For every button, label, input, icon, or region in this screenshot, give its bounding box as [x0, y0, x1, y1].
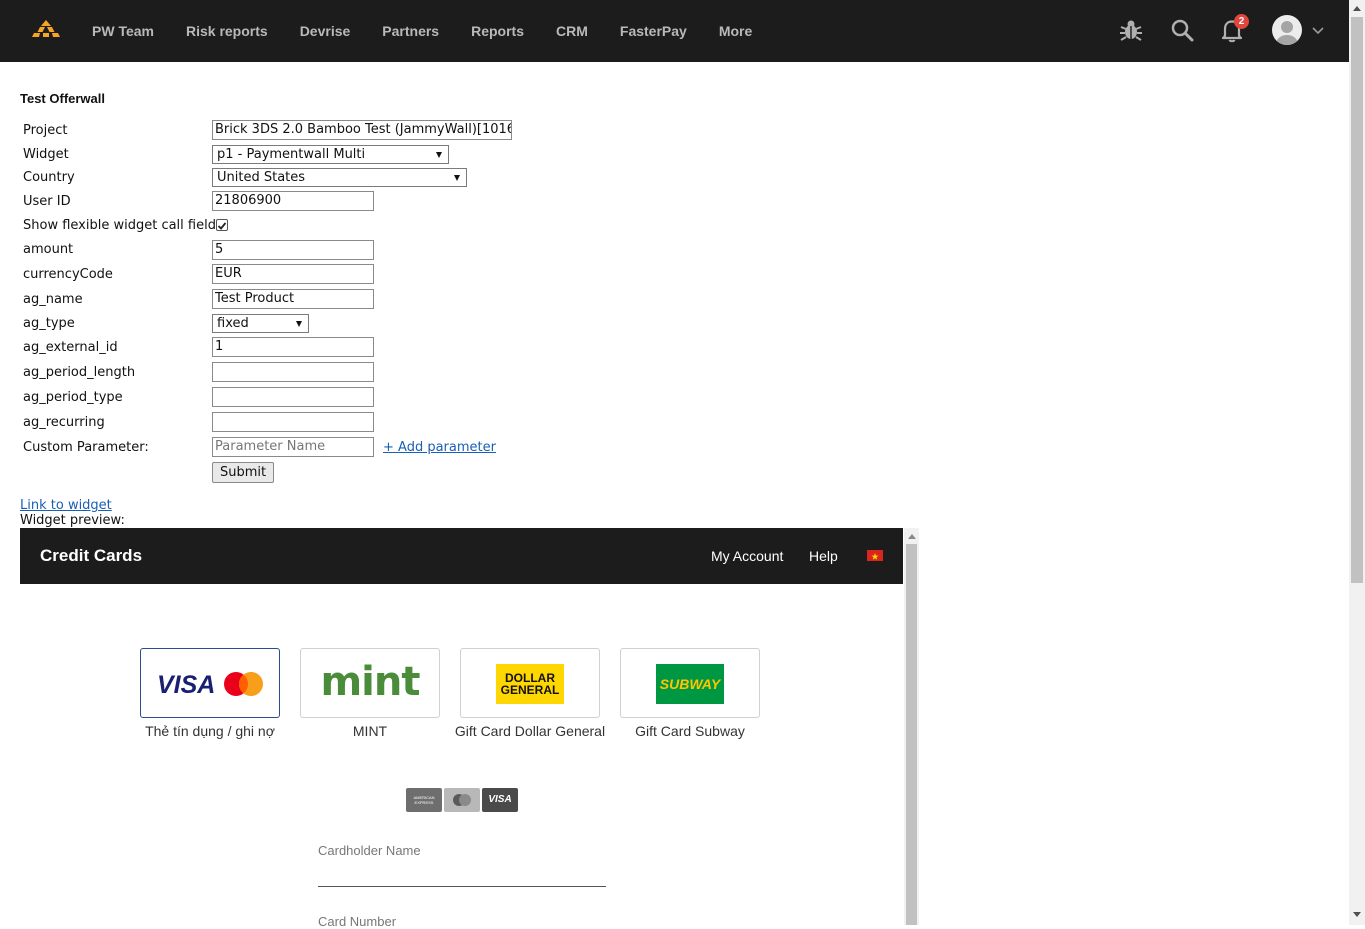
- dropdown-caret-icon: [296, 321, 302, 327]
- payment-method-label: MINT: [352, 723, 388, 739]
- amount-input[interactable]: 5: [212, 240, 374, 260]
- flexible-fields-checkbox[interactable]: [216, 219, 228, 231]
- nav-item-risk-reports[interactable]: Risk reports: [186, 23, 268, 39]
- nav-item-devrise[interactable]: Devrise: [300, 23, 351, 39]
- amex-text-2: EXPRESS: [414, 800, 434, 805]
- nav-item-more[interactable]: More: [719, 23, 752, 39]
- vietnam-flag-icon[interactable]: [867, 550, 883, 561]
- currency-code-input[interactable]: EUR: [212, 264, 374, 284]
- mint-logo: mint: [320, 659, 421, 705]
- ag-type-label: ag_type: [23, 316, 75, 331]
- mastercard-card-icon: [444, 788, 480, 812]
- logo-icon[interactable]: [31, 18, 61, 38]
- user-id-input[interactable]: 21806900: [212, 191, 374, 211]
- card-number-label: Card Number: [318, 914, 397, 929]
- submit-button[interactable]: Submit: [212, 462, 275, 483]
- widget-select[interactable]: p1 - Paymentwall Multi: [212, 145, 449, 164]
- my-account-link[interactable]: My Account: [711, 548, 783, 564]
- widget-scrollbar[interactable]: [904, 528, 919, 925]
- link-to-widget[interactable]: Link to widget: [20, 498, 112, 513]
- ag-type-select-value: fixed: [217, 316, 249, 331]
- visa-mastercard-logo: VISA: [157, 671, 263, 699]
- payment-method-mint[interactable]: mint: [300, 648, 440, 718]
- ag-period-length-input[interactable]: [212, 362, 374, 382]
- dollar-general-logo: DOLLAR GENERAL: [496, 664, 564, 704]
- dollar-general-logo-line1: DOLLAR: [505, 671, 555, 685]
- amex-card-icon: AMERICAN EXPRESS: [406, 788, 442, 812]
- scroll-down-arrow-icon[interactable]: [1353, 912, 1361, 917]
- custom-parameter-input[interactable]: Parameter Name: [212, 437, 374, 457]
- nav-item-fasterpay[interactable]: FasterPay: [620, 23, 687, 39]
- widget-scrollbar-thumb[interactable]: [906, 544, 917, 925]
- ag-name-label: ag_name: [23, 292, 83, 307]
- ag-period-type-label: ag_period_type: [23, 390, 123, 405]
- dollar-general-logo-line2: GENERAL: [500, 683, 560, 697]
- main-nav: PW Team Risk reports Devrise Partners Re…: [92, 0, 784, 62]
- top-navbar: PW Team Risk reports Devrise Partners Re…: [0, 0, 1349, 62]
- cardholder-name-label: Cardholder Name: [318, 843, 421, 858]
- page-title: Test Offerwall: [20, 91, 106, 106]
- payment-method-subway[interactable]: SUBWAY: [620, 648, 760, 718]
- ag-period-length-label: ag_period_length: [23, 365, 136, 380]
- amount-label: amount: [23, 242, 74, 257]
- page-scrollbar[interactable]: [1349, 0, 1365, 925]
- payment-method-label: Gift Card Dollar General: [454, 723, 606, 739]
- widget-header: Credit Cards My Account Help: [20, 528, 903, 584]
- ag-external-id-input[interactable]: 1: [212, 337, 374, 357]
- flexible-fields-label: Show flexible widget call fields: [23, 218, 223, 233]
- nav-item-reports[interactable]: Reports: [471, 23, 524, 39]
- country-select-value: United States: [217, 170, 306, 185]
- widget-label: Widget: [23, 147, 69, 162]
- payment-method-credit-card[interactable]: VISA: [140, 648, 280, 718]
- user-silhouette-icon: [1276, 21, 1298, 45]
- chevron-down-icon[interactable]: [1311, 23, 1325, 37]
- mastercard-circles-icon: [453, 794, 471, 806]
- ag-external-id-label: ag_external_id: [23, 340, 118, 355]
- ag-recurring-label: ag_recurring: [23, 415, 105, 430]
- widget-select-value: p1 - Paymentwall Multi: [217, 147, 366, 162]
- dropdown-caret-icon: [436, 152, 442, 158]
- currency-code-label: currencyCode: [23, 267, 113, 282]
- payment-method-dollar-general[interactable]: DOLLAR GENERAL: [460, 648, 600, 718]
- add-parameter-link[interactable]: + Add parameter: [383, 440, 496, 455]
- checkmark-icon: [217, 222, 227, 230]
- ag-period-type-input[interactable]: [212, 387, 374, 407]
- country-select[interactable]: United States: [212, 168, 467, 187]
- avatar[interactable]: [1272, 15, 1302, 45]
- user-id-label: User ID: [23, 194, 71, 209]
- bug-icon[interactable]: [1118, 17, 1144, 43]
- dropdown-caret-icon: [454, 175, 460, 181]
- payment-method-label: Thẻ tín dụng / ghi nợ: [145, 723, 275, 739]
- widget-preview-label: Widget preview:: [20, 513, 125, 528]
- ag-name-input[interactable]: Test Product: [212, 289, 374, 309]
- payment-method-label: Gift Card Subway: [635, 723, 745, 739]
- help-link[interactable]: Help: [809, 548, 838, 564]
- custom-parameter-label: Custom Parameter:: [23, 440, 149, 455]
- subway-logo: SUBWAY: [656, 664, 724, 704]
- cardholder-name-underline: [318, 886, 606, 887]
- project-input[interactable]: Brick 3DS 2.0 Bamboo Test (JammyWall)[10…: [212, 120, 512, 140]
- visa-card-icon: VISA: [482, 788, 518, 812]
- ag-recurring-input[interactable]: [212, 412, 374, 432]
- ag-type-select[interactable]: fixed: [212, 314, 309, 333]
- scrollbar-thumb[interactable]: [1351, 17, 1363, 583]
- project-label: Project: [23, 123, 68, 138]
- cardholder-name-input[interactable]: [318, 862, 606, 886]
- svg-text:VISA: VISA: [157, 671, 215, 699]
- country-label: Country: [23, 170, 75, 185]
- widget-title: Credit Cards: [40, 546, 143, 565]
- notification-count-badge: 2: [1234, 14, 1249, 29]
- scroll-up-arrow-icon[interactable]: [908, 534, 916, 539]
- search-icon[interactable]: [1169, 17, 1195, 43]
- scroll-up-arrow-icon[interactable]: [1353, 6, 1361, 11]
- nav-item-partners[interactable]: Partners: [382, 23, 439, 39]
- nav-item-pw-team[interactable]: PW Team: [92, 23, 154, 39]
- star-icon: [871, 553, 879, 560]
- nav-item-crm[interactable]: CRM: [556, 23, 588, 39]
